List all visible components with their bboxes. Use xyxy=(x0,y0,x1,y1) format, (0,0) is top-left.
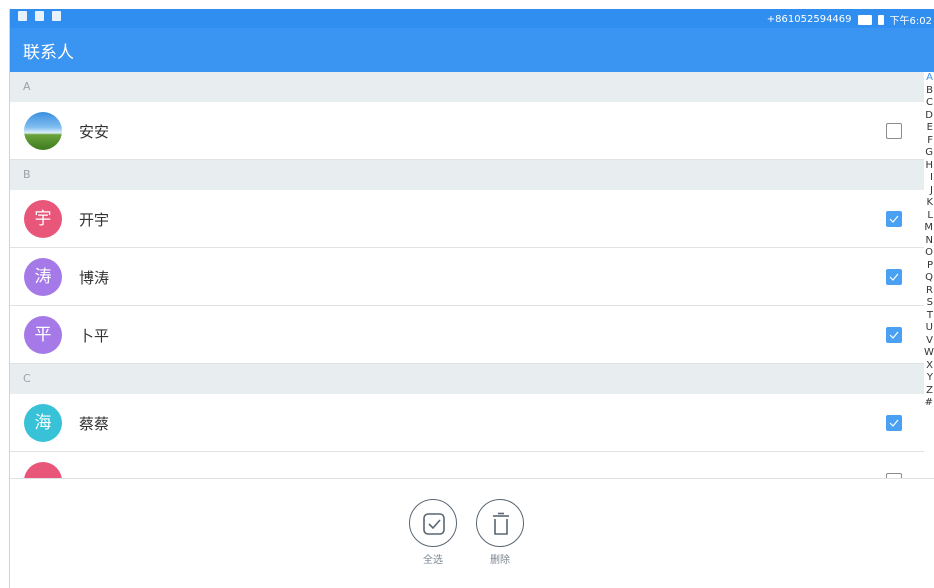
contact-name: 安安 xyxy=(79,123,110,141)
avatar xyxy=(24,462,62,478)
check-icon xyxy=(889,215,899,223)
index-letter-n[interactable]: N xyxy=(924,235,934,248)
contact-name: 开宇 xyxy=(79,211,110,229)
phone-icon xyxy=(35,11,44,21)
check-icon xyxy=(889,331,899,339)
contact-name: 蔡蔡 xyxy=(79,415,110,433)
trash-icon xyxy=(493,512,509,535)
index-letter-f[interactable]: F xyxy=(924,135,934,148)
select-all-button[interactable]: 全选 xyxy=(407,499,459,566)
contact-name: 卜平 xyxy=(79,327,110,345)
index-letter-hash[interactable]: # xyxy=(924,397,934,410)
avatar: 涛 xyxy=(24,258,62,296)
avatar: 宇 xyxy=(24,200,62,238)
check-icon xyxy=(889,419,899,427)
contact-row[interactable] xyxy=(10,452,924,478)
sim-signal-icon xyxy=(857,14,872,25)
contact-checkbox[interactable] xyxy=(886,327,902,343)
bottom-divider xyxy=(10,478,934,479)
delete-label: 删除 xyxy=(490,555,510,566)
index-letter-p[interactable]: P xyxy=(924,260,934,273)
index-letter-q[interactable]: Q xyxy=(924,272,934,285)
index-letter-w[interactable]: W xyxy=(924,347,934,360)
image-icon xyxy=(52,11,61,21)
section-header-a: A xyxy=(10,72,924,102)
notification-icons xyxy=(18,11,61,21)
app-bar: 联系人 xyxy=(10,28,934,72)
index-letter-k[interactable]: K xyxy=(924,197,934,210)
contact-row[interactable]: 海蔡蔡 xyxy=(10,394,924,452)
index-letter-t[interactable]: T xyxy=(924,310,934,323)
index-letter-r[interactable]: R xyxy=(924,285,934,298)
battery-icon xyxy=(877,14,884,25)
status-bar: +861052594469 下午6:02 xyxy=(10,9,934,28)
select-all-circle[interactable] xyxy=(409,499,457,547)
avatar: 平 xyxy=(24,316,62,354)
index-letter-a[interactable]: A xyxy=(924,72,934,85)
index-letter-b[interactable]: B xyxy=(924,85,934,98)
index-letter-x[interactable]: X xyxy=(924,360,934,373)
index-letter-g[interactable]: G xyxy=(924,147,934,160)
index-letter-m[interactable]: M xyxy=(924,222,934,235)
section-header-c: C xyxy=(10,364,924,394)
index-letter-z[interactable]: Z xyxy=(924,385,934,398)
contact-checkbox[interactable] xyxy=(886,415,902,431)
section-header-b: B xyxy=(10,160,924,190)
index-letter-c[interactable]: C xyxy=(924,97,934,110)
avatar: 海 xyxy=(24,404,62,442)
index-letter-u[interactable]: U xyxy=(924,322,934,335)
index-letter-h[interactable]: H xyxy=(924,160,934,173)
delete-button[interactable]: 删除 xyxy=(474,499,526,566)
alphabet-index-bar[interactable]: A B C D E F G H I J K L M N O P Q R S T U V W X Y Z # xyxy=(924,72,934,478)
index-letter-i[interactable]: I xyxy=(924,172,934,185)
contact-name: 博涛 xyxy=(79,269,110,287)
index-letter-s[interactable]: S xyxy=(924,297,934,310)
window-frame-top xyxy=(0,0,934,9)
index-letter-o[interactable]: O xyxy=(924,247,934,260)
check-icon xyxy=(889,273,899,281)
index-letter-j[interactable]: J xyxy=(924,185,934,198)
index-letter-l[interactable]: L xyxy=(924,210,934,223)
page-title: 联系人 xyxy=(23,43,74,63)
contact-row[interactable]: 宇开宇 xyxy=(10,190,924,248)
notification-icon xyxy=(18,11,27,21)
contact-checkbox[interactable] xyxy=(886,269,902,285)
delete-circle[interactable] xyxy=(476,499,524,547)
index-letter-v[interactable]: V xyxy=(924,335,934,348)
contact-row[interactable]: 安安 xyxy=(10,102,924,160)
contact-checkbox[interactable] xyxy=(886,211,902,227)
select-all-label: 全选 xyxy=(423,555,443,566)
index-letter-y[interactable]: Y xyxy=(924,372,934,385)
index-letter-e[interactable]: E xyxy=(924,122,934,135)
phone-number: +861052594469 xyxy=(766,14,852,25)
contact-list[interactable]: A 安安 B 宇开宇涛博涛平卜平 C 海蔡蔡 xyxy=(10,72,924,478)
status-time: 下午6:02 xyxy=(889,16,932,27)
contact-row[interactable]: 平卜平 xyxy=(10,306,924,364)
avatar xyxy=(24,112,62,150)
contact-checkbox[interactable] xyxy=(886,123,902,139)
window-frame-left xyxy=(0,0,9,588)
contact-row[interactable]: 涛博涛 xyxy=(10,248,924,306)
checkbox-check-icon xyxy=(423,513,445,535)
index-letter-d[interactable]: D xyxy=(924,110,934,123)
